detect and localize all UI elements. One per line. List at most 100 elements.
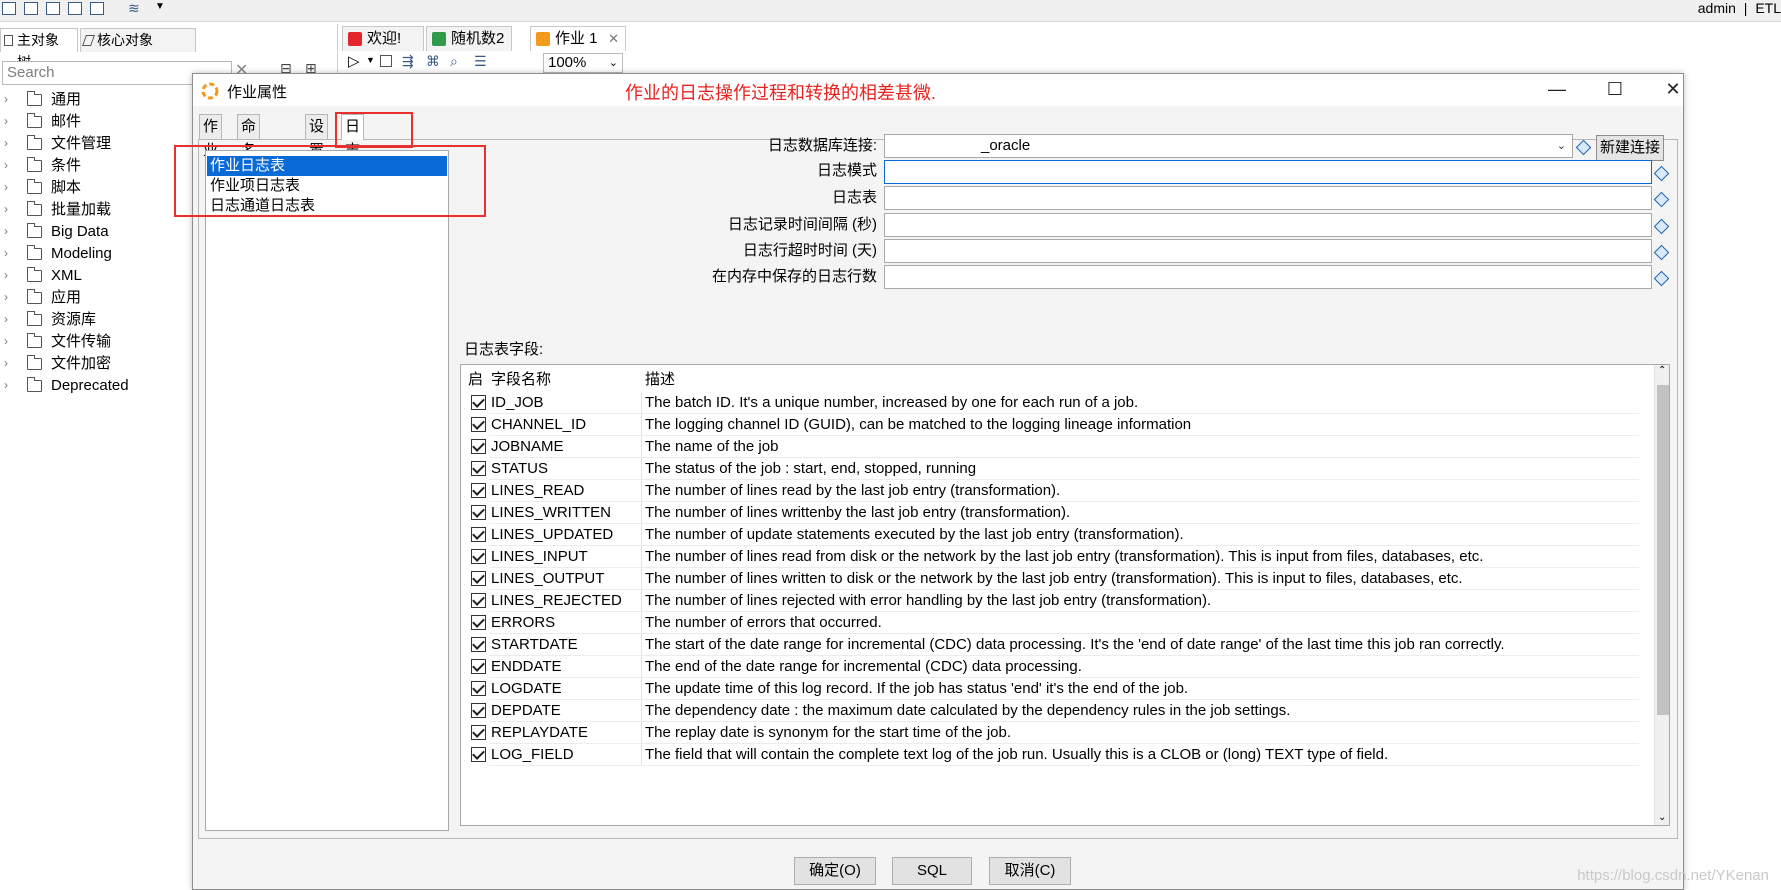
vertical-scrollbar[interactable]: ⌃ ⌄ — [1654, 365, 1669, 825]
table-row[interactable]: ID_JOB The batch ID. It's a unique number… — [461, 392, 1639, 414]
scrollbar-thumb[interactable] — [1657, 385, 1669, 715]
enabled-checkbox[interactable] — [471, 725, 486, 740]
close-icon[interactable]: ✕ — [1653, 76, 1693, 102]
chevron-right-icon[interactable]: › — [4, 114, 8, 128]
table-row[interactable]: STARTDATE The start of the date range for… — [461, 634, 1639, 656]
tree-item-deprecated[interactable]: › Deprecated — [0, 375, 200, 397]
tree-item-general[interactable]: › 通用 — [0, 89, 200, 111]
table-row[interactable]: LINES_INPUT The number of lines read from… — [461, 546, 1639, 568]
tree-item-conditions[interactable]: › 条件 — [0, 155, 200, 177]
table-row[interactable]: LINES_READ The number of lines read by th… — [461, 480, 1639, 502]
app-perspective[interactable]: ETL — [1755, 0, 1781, 16]
minimize-icon[interactable]: — — [1537, 76, 1577, 102]
table-row[interactable]: ERRORS The number of errors that occurred… — [461, 612, 1639, 634]
enabled-checkbox[interactable] — [471, 615, 486, 630]
preview-icon[interactable]: ⇶ — [402, 53, 414, 70]
column-header-enabled[interactable]: 启 — [468, 371, 483, 389]
enabled-checkbox[interactable] — [471, 417, 486, 432]
save-icon[interactable] — [68, 2, 82, 15]
table-row[interactable]: REPLAYDATE The replay date is synonym for… — [461, 722, 1639, 744]
column-header-field-name[interactable]: 字段名称 — [491, 371, 551, 389]
close-tab-icon[interactable]: ✕ — [608, 27, 619, 51]
log-max-lines-input[interactable] — [884, 265, 1652, 289]
tree-item-file-encryption[interactable]: › 文件加密 — [0, 353, 200, 375]
enabled-checkbox[interactable] — [471, 395, 486, 410]
tab-job-1[interactable]: 作业 1 ✕ — [530, 26, 626, 51]
maximize-icon[interactable]: ☐ — [1595, 76, 1635, 102]
chevron-down-icon[interactable]: ⌄ — [609, 54, 618, 72]
tree-item-file-management[interactable]: › 文件管理 — [0, 133, 200, 155]
tab-welcome[interactable]: 欢迎! — [342, 26, 424, 51]
enabled-checkbox[interactable] — [471, 637, 486, 652]
open-folder-icon[interactable] — [24, 2, 38, 15]
enabled-checkbox[interactable] — [471, 461, 486, 476]
chevron-right-icon[interactable]: › — [4, 92, 8, 106]
tab-settings[interactable]: 设置 — [305, 114, 329, 159]
table-row[interactable]: JOBNAME The name of the job — [461, 436, 1639, 458]
chevron-down-icon[interactable]: ▼ — [366, 55, 375, 65]
chevron-down-icon[interactable]: ⌄ — [1658, 812, 1666, 823]
enabled-checkbox[interactable] — [471, 747, 486, 762]
chevron-right-icon[interactable]: › — [4, 312, 8, 326]
chevron-right-icon[interactable]: › — [4, 136, 8, 150]
table-row[interactable]: DEPDATE The dependency date : the maximum… — [461, 700, 1639, 722]
log-schema-input[interactable] — [884, 160, 1652, 184]
sql-button[interactable]: SQL — [892, 857, 972, 885]
chevron-right-icon[interactable]: › — [4, 290, 8, 304]
chevron-right-icon[interactable]: › — [4, 356, 8, 370]
tab-random-number-2[interactable]: 随机数2 — [426, 26, 512, 51]
table-row[interactable]: STATUS The status of the job : start, end… — [461, 458, 1639, 480]
stop-icon[interactable] — [380, 55, 392, 67]
tree-item-modeling[interactable]: › Modeling — [0, 243, 200, 265]
table-row[interactable]: LINES_UPDATED The number of update statem… — [461, 524, 1639, 546]
ok-button[interactable]: 确定(O) — [794, 857, 876, 885]
chevron-down-icon[interactable]: ⌄ — [1557, 135, 1566, 157]
tree-item-mail[interactable]: › 邮件 — [0, 111, 200, 133]
enabled-checkbox[interactable] — [471, 571, 486, 586]
log-interval-input[interactable] — [884, 213, 1652, 237]
db-connection-select[interactable]: _oracle ⌄ — [884, 134, 1573, 158]
table-row[interactable]: LOG_FIELD The field that will contain the… — [461, 744, 1639, 766]
table-row[interactable]: LOGDATE The update time of this log recor… — [461, 678, 1639, 700]
tab-main-object-tree[interactable]: 主对象树 — [0, 28, 78, 70]
tab-job[interactable]: 作业 — [199, 114, 223, 159]
chevron-up-icon[interactable]: ⌃ — [1658, 365, 1666, 376]
enabled-checkbox[interactable] — [471, 527, 486, 542]
user-name[interactable]: admin — [1698, 0, 1736, 16]
enabled-checkbox[interactable] — [471, 439, 486, 454]
chevron-right-icon[interactable]: › — [4, 334, 8, 348]
tab-named-parameters[interactable]: 命名参数 — [237, 114, 261, 207]
debug-icon[interactable]: ⌘ — [426, 53, 440, 70]
chevron-right-icon[interactable]: › — [4, 246, 8, 260]
layers-icon[interactable]: ≋ — [128, 0, 140, 17]
chevron-right-icon[interactable]: › — [4, 378, 8, 392]
new-connection-button[interactable]: 新建连接 — [1596, 135, 1664, 161]
enabled-checkbox[interactable] — [471, 549, 486, 564]
chevron-right-icon[interactable]: › — [4, 224, 8, 238]
table-row[interactable]: LINES_REJECTED The number of lines reject… — [461, 590, 1639, 612]
log-table-input[interactable] — [884, 186, 1652, 210]
column-header-description[interactable]: 描述 — [645, 371, 675, 389]
tree-item-file-transfer[interactable]: › 文件传输 — [0, 331, 200, 353]
table-row[interactable]: LINES_WRITTEN The number of lines written… — [461, 502, 1639, 524]
table-row[interactable]: LINES_OUTPUT The number of lines written … — [461, 568, 1639, 590]
enabled-checkbox[interactable] — [471, 593, 486, 608]
table-row[interactable]: CHANNEL_ID The logging channel ID (GUID),… — [461, 414, 1639, 436]
tree-item-bulk-loading[interactable]: › 批量加载 — [0, 199, 200, 221]
impact-icon[interactable]: ☰ — [474, 53, 487, 70]
tree-item-repository[interactable]: › 资源库 — [0, 309, 200, 331]
table-row[interactable]: ENDDATE The end of the date range for inc… — [461, 656, 1639, 678]
chevron-down-icon[interactable]: ▼ — [155, 1, 165, 12]
run-icon[interactable]: ▷ — [348, 52, 360, 70]
chevron-right-icon[interactable]: › — [4, 268, 8, 282]
tree-item-xml[interactable]: › XML — [0, 265, 200, 287]
tree-item-big-data[interactable]: › Big Data — [0, 221, 200, 243]
tree-item-scripting[interactable]: › 脚本 — [0, 177, 200, 199]
chevron-right-icon[interactable]: › — [4, 158, 8, 172]
tab-core-objects[interactable]: 核心对象 — [80, 28, 196, 52]
replay-icon[interactable]: ⌕ — [450, 53, 458, 70]
zoom-select[interactable]: 100% ⌄ — [543, 53, 623, 73]
enabled-checkbox[interactable] — [471, 659, 486, 674]
enabled-checkbox[interactable] — [471, 681, 486, 696]
explore-repository-icon[interactable] — [46, 2, 60, 15]
